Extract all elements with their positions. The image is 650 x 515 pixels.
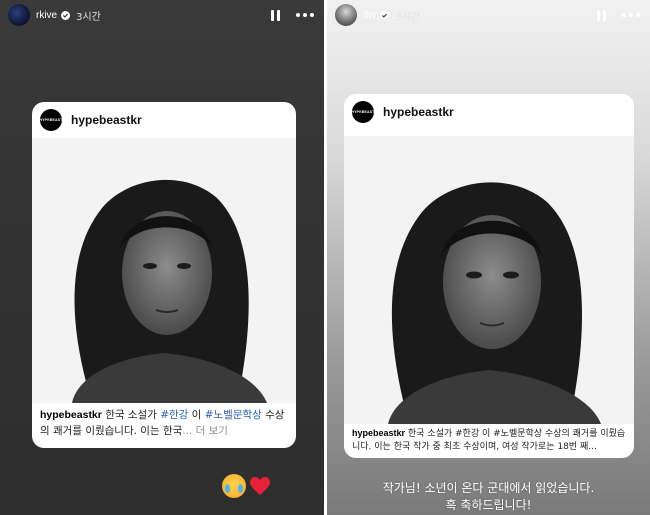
hashtag-link[interactable]: #한강 [160, 409, 188, 421]
shared-post-card[interactable]: HYPEBEAST hypebeastkr hypebeastkr 한국 소설가… [32, 102, 296, 448]
pause-icon[interactable] [597, 9, 606, 21]
caption-text: 이 [188, 409, 205, 421]
reaction-emojis [222, 474, 272, 498]
caption-author[interactable]: hypebeastkr [40, 409, 102, 421]
post-caption[interactable]: hypebeastkr 한국 소설가 #한강 이 #노벨문학상 수상의 쾌거를 … [32, 403, 296, 439]
post-author[interactable]: hypebeastkr [383, 105, 454, 119]
story-panel-rkive[interactable]: rkive 3시간 HYPEBEAST hypebeastkr hypebeas… [0, 0, 324, 515]
post-author[interactable]: hypebeastkr [71, 113, 142, 127]
verified-badge-icon [61, 10, 71, 20]
caption-author[interactable]: hypebeastkr [352, 428, 405, 438]
post-header: HYPEBEAST hypebeastkr [344, 94, 634, 130]
crying-face-icon [222, 474, 246, 498]
brand-logo[interactable]: HYPEBEAST [39, 109, 62, 131]
caption-text: 한국 소설가 [101, 409, 161, 421]
pause-icon[interactable] [271, 9, 280, 21]
brand-logo[interactable]: HYPEBEAST [351, 101, 374, 123]
see-more-link[interactable]: ... 더 보기 [182, 425, 228, 437]
red-heart-icon [248, 474, 272, 498]
shared-post-card[interactable]: HYPEBEAST hypebeastkr hypebeastkr 한국 소설가… [344, 94, 634, 458]
more-options-icon[interactable] [296, 13, 314, 17]
story-text-overlay: 작가님! 소년이 온다 군대에서 읽었습니다. 흑 축하드립니다! [327, 480, 650, 514]
post-header: HYPEBEAST hypebeastkr [32, 102, 296, 138]
verified-badge-icon [380, 10, 390, 20]
more-options-icon[interactable] [622, 13, 640, 17]
story-time: 3시간 [395, 11, 421, 23]
story-header: rkive 3시간 [8, 4, 314, 26]
story-header: thv 3시간 [335, 4, 640, 26]
avatar[interactable] [8, 4, 30, 26]
story-time: 3시간 [76, 11, 101, 23]
story-panel-thv[interactable]: thv 3시간 HYPEBEAST hypebeastkr hypebeastk… [327, 0, 650, 515]
story-text-line: 작가님! 소년이 온다 군대에서 읽었습니다. [382, 481, 595, 495]
story-text-line: 흑 축하드립니다! [445, 498, 532, 512]
avatar[interactable] [335, 4, 357, 26]
story-username[interactable]: thv [363, 10, 376, 21]
post-photo [32, 138, 296, 403]
story-username[interactable]: rkive [36, 10, 57, 21]
post-caption[interactable]: hypebeastkr 한국 소설가 #한강 이 #노벨문학상 수상의 쾌거를 … [344, 424, 634, 454]
hashtag-link[interactable]: #노벨문학상 [205, 409, 262, 421]
post-photo [344, 136, 634, 424]
